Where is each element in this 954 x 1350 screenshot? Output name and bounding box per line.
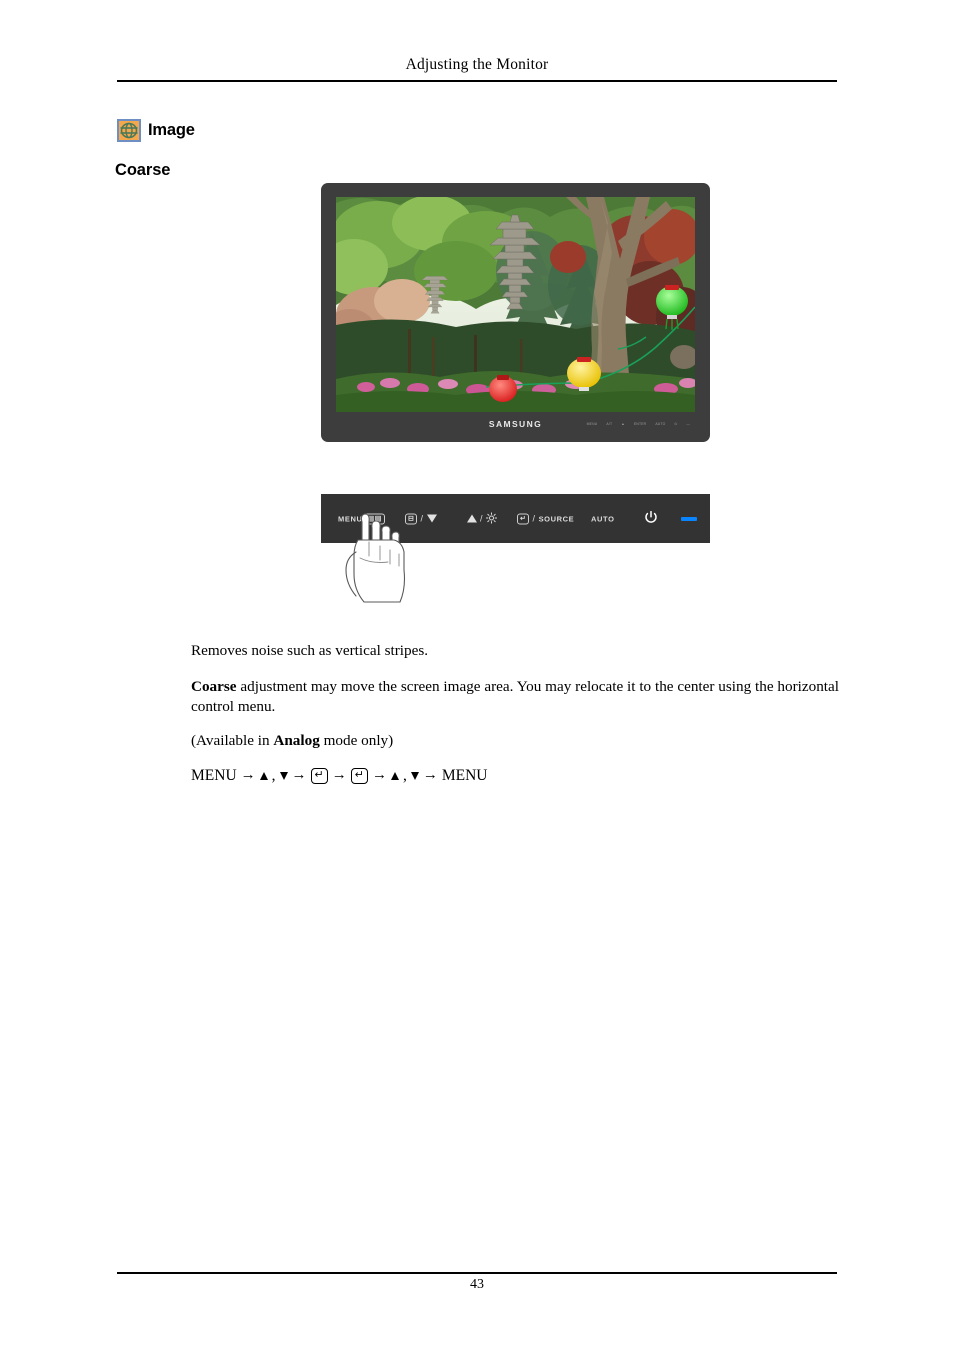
chin-button-menu: MENU xyxy=(586,422,598,426)
power-button[interactable] xyxy=(643,510,659,528)
garden-photo xyxy=(336,197,695,412)
enter-keybox-icon: ↵ xyxy=(517,513,530,524)
monitor-chin: SAMSUNG MENU A/T ▲ ENTER AUTO ⏻ — xyxy=(336,412,695,441)
power-led xyxy=(681,516,697,521)
paragraph-analog-only: (Available in Analog mode only) xyxy=(191,731,839,751)
analog-pre-text: (Available in xyxy=(191,732,274,749)
source-separator: / xyxy=(532,513,536,524)
page-number: 43 xyxy=(470,1277,484,1292)
sequence-comma-2: , xyxy=(402,767,407,784)
monitor-control-panel: MENU ▤▤ ⊟ / / ↵ / SOURCE AUTO xyxy=(321,494,710,543)
up-brightness-button[interactable]: / xyxy=(467,511,498,525)
section-title: Image xyxy=(148,121,195,139)
monitor-illustration: SAMSUNG MENU A/T ▲ ENTER AUTO ⏻ — xyxy=(321,183,710,442)
analog-bold-term: Analog xyxy=(273,732,320,749)
minus-keybox-icon: ⊟ xyxy=(405,513,418,524)
menu-keybox-icon: ▤▤ xyxy=(364,513,385,524)
sequence-arrow-1: → xyxy=(240,767,256,783)
footer-divider xyxy=(117,1272,837,1274)
page-header-title: Adjusting the Monitor xyxy=(405,56,549,73)
samsung-brand-label: SAMSUNG xyxy=(488,419,543,429)
sequence-start-menu: MENU xyxy=(191,767,237,784)
brightness-sun-icon xyxy=(485,511,498,525)
chin-button-up: ▲ xyxy=(621,422,625,426)
auto-button-label: AUTO xyxy=(591,514,615,523)
chin-button-at: A/T xyxy=(606,422,613,426)
auto-button[interactable]: AUTO xyxy=(591,514,615,523)
sequence-arrow-4: → xyxy=(371,767,387,783)
monitor-screen xyxy=(336,197,695,412)
sequence-triangle-up-2 xyxy=(390,771,399,780)
sequence-triangle-down-1 xyxy=(279,771,288,780)
analog-post-text: mode only) xyxy=(319,732,394,749)
power-led-indicator xyxy=(681,516,697,521)
source-button-label: SOURCE xyxy=(538,514,575,523)
sequence-arrow-2: → xyxy=(291,767,307,783)
sequence-comma-1: , xyxy=(271,767,276,784)
coarse-bold-term: Coarse xyxy=(191,678,237,695)
sequence-enter-key-2: ↵ xyxy=(350,767,368,784)
paragraph-removes-noise: Removes noise such as vertical stripes. xyxy=(191,642,429,659)
header-divider xyxy=(117,80,837,82)
sequence-end-menu: MENU xyxy=(441,767,488,784)
down-button[interactable]: ⊟ / xyxy=(405,513,437,524)
power-icon xyxy=(643,510,659,528)
enter-source-button[interactable]: ↵ / SOURCE xyxy=(517,513,574,524)
up-separator: / xyxy=(480,513,484,524)
coarse-paragraph-rest: adjustment may move the screen image are… xyxy=(191,678,839,715)
section-heading: Image xyxy=(117,119,195,142)
sequence-enter-key-1: ↵ xyxy=(310,767,328,784)
sequence-triangle-down-2 xyxy=(410,771,419,780)
menu-button[interactable]: MENU ▤▤ xyxy=(338,513,385,524)
image-globe-icon xyxy=(117,119,141,142)
paragraph-coarse-adjustment: Coarse adjustment may move the screen im… xyxy=(191,677,839,716)
triangle-down-icon xyxy=(426,514,437,523)
sequence-arrow-3: → xyxy=(331,767,347,783)
sub-heading-coarse: Coarse xyxy=(115,161,171,179)
sequence-arrow-5: → xyxy=(422,767,438,783)
monitor-chin-buttons: MENU A/T ▲ ENTER AUTO ⏻ — xyxy=(587,422,690,426)
menu-navigation-sequence: MENU → , → ↵ → ↵ → , → MENU xyxy=(191,766,839,786)
sequence-triangle-up-1 xyxy=(259,771,268,780)
chin-button-led: — xyxy=(686,422,690,426)
chin-button-auto: AUTO xyxy=(655,422,666,426)
chin-button-enter: ENTER xyxy=(633,422,647,426)
menu-button-label: MENU xyxy=(338,514,363,523)
down-separator: / xyxy=(420,513,424,524)
chin-button-power: ⏻ xyxy=(674,422,678,426)
triangle-up-icon xyxy=(467,514,477,523)
